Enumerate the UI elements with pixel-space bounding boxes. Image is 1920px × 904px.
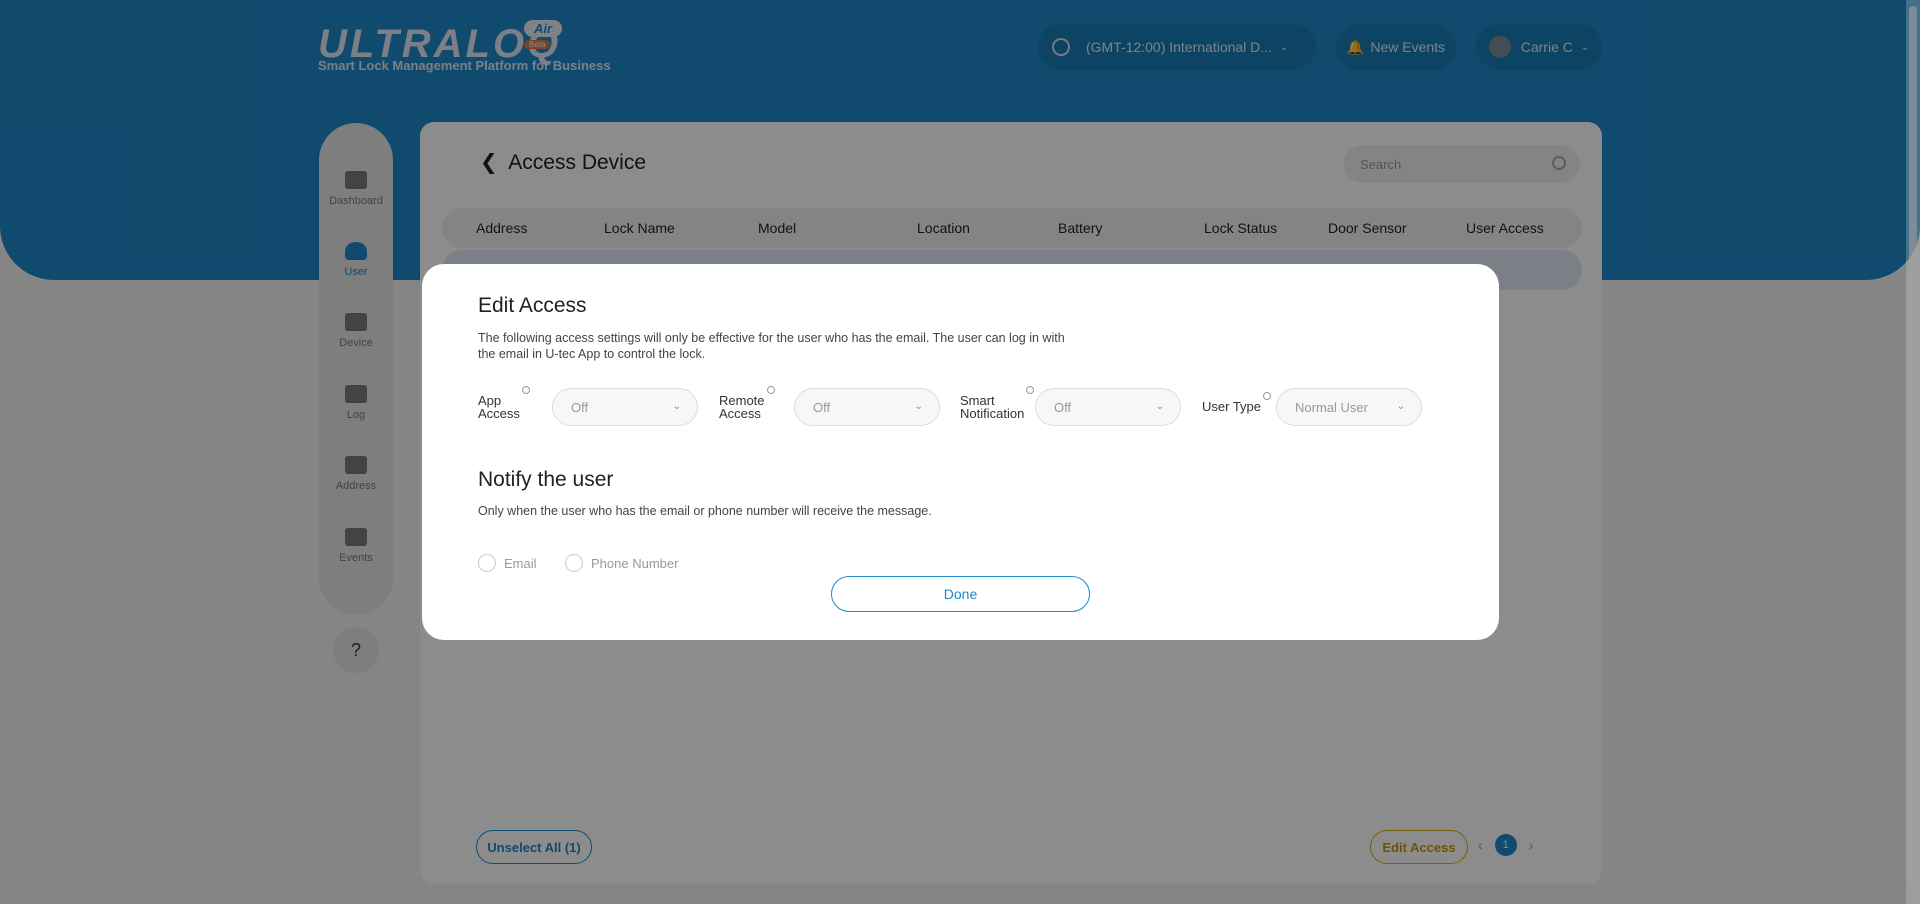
smart-notification-select[interactable]: Off ⌄ [1035, 388, 1181, 426]
notify-title: Notify the user [478, 468, 614, 491]
phone-number-radio[interactable]: Phone Number [565, 554, 678, 572]
user-type-select[interactable]: Normal User ⌄ [1276, 388, 1422, 426]
radio-circle-icon [565, 554, 583, 572]
app-access-value: Off [571, 399, 589, 415]
chevron-down-icon: ⌄ [914, 401, 923, 412]
smart-notification-label: Smart Notification [960, 386, 1035, 420]
chevron-down-icon: ⌄ [1155, 401, 1164, 412]
help-circle-icon[interactable] [1263, 392, 1272, 400]
modal-description: The following access settings will only … [478, 331, 1065, 361]
app-access-select[interactable]: Off ⌄ [552, 388, 698, 426]
modal-title: Edit Access [478, 294, 587, 317]
remote-access-value: Off [813, 399, 831, 415]
user-type-value: Normal User [1295, 399, 1368, 415]
radio-circle-icon [478, 554, 496, 572]
app-access-label: App Access [478, 386, 530, 420]
help-circle-icon[interactable] [766, 386, 775, 394]
email-radio[interactable]: Email [478, 554, 537, 572]
edit-access-modal: Edit Access The following access setting… [422, 264, 1499, 640]
chevron-down-icon: ⌄ [672, 401, 681, 412]
notify-description: Only when the user who has the email or … [478, 504, 932, 518]
user-type-label: User Type [1202, 392, 1272, 413]
scrollbar[interactable] [1906, 0, 1920, 904]
remote-access-label: Remote Access [719, 386, 775, 420]
help-circle-icon[interactable] [521, 386, 530, 394]
help-circle-icon[interactable] [1026, 386, 1035, 394]
smart-notification-value: Off [1054, 399, 1072, 415]
remote-access-select[interactable]: Off ⌄ [794, 388, 940, 426]
phone-number-label: Phone Number [591, 555, 679, 571]
done-button[interactable]: Done [831, 576, 1090, 612]
chevron-down-icon: ⌄ [1396, 401, 1405, 412]
scrollbar-thumb[interactable] [1909, 6, 1917, 886]
email-label: Email [504, 555, 537, 571]
